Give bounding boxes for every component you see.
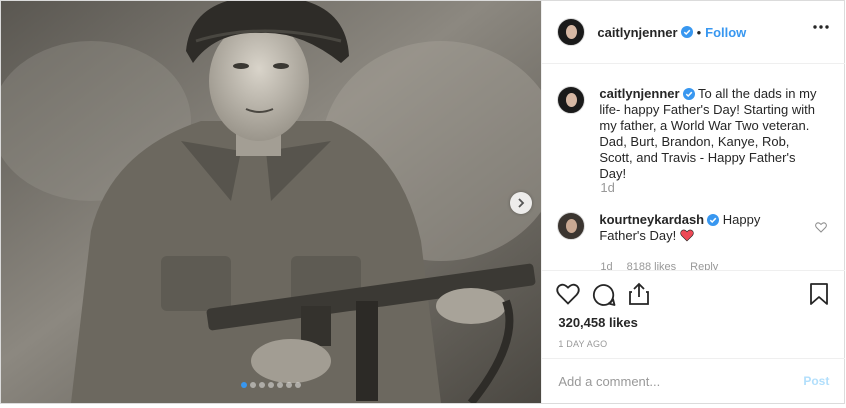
action-bar: 320,458 likes 1 DAY AGO bbox=[542, 270, 846, 358]
carousel-dot bbox=[250, 382, 257, 388]
comments-list[interactable]: caitlynjenner To all the dads in my life… bbox=[542, 65, 845, 270]
carousel-dot bbox=[268, 382, 275, 388]
verified-badge-icon bbox=[682, 88, 695, 100]
share-upload-icon[interactable] bbox=[628, 282, 650, 306]
follow-button[interactable]: Follow bbox=[705, 25, 746, 40]
soldier-photo bbox=[1, 1, 542, 403]
post-comment-button[interactable]: Post bbox=[803, 374, 829, 388]
comment-like-heart-icon[interactable] bbox=[815, 222, 828, 233]
carousel-dot bbox=[259, 382, 266, 388]
verified-badge-icon bbox=[680, 26, 693, 38]
comment-time[interactable]: 1d bbox=[600, 261, 612, 270]
verified-badge-icon bbox=[707, 214, 720, 226]
chevron-right-icon bbox=[518, 198, 525, 208]
caption: caitlynjenner To all the dads in my life… bbox=[557, 86, 821, 182]
post-details-panel: caitlynjenner • Follow caitlynjenner To … bbox=[541, 1, 846, 403]
caption-text-block: caitlynjenner To all the dads in my life… bbox=[599, 86, 821, 182]
add-comment-bar: Post bbox=[542, 358, 846, 403]
comment-meta: 1d 8188 likes Reply bbox=[600, 261, 718, 270]
next-photo-button[interactable] bbox=[510, 192, 532, 214]
bookmark-icon[interactable] bbox=[809, 282, 829, 306]
carousel-dot bbox=[295, 382, 302, 388]
comment-item: kourtneykardash Happy Father's Day! bbox=[557, 212, 799, 244]
likes-count[interactable]: 320,458 likes bbox=[558, 315, 638, 330]
carousel-dot bbox=[286, 382, 293, 388]
post-date[interactable]: 1 DAY AGO bbox=[558, 339, 607, 349]
caption-username[interactable]: caitlynjenner bbox=[599, 86, 679, 101]
instagram-post: caitlynjenner • Follow caitlynjenner To … bbox=[0, 0, 846, 404]
author-avatar[interactable] bbox=[557, 18, 586, 46]
caption-avatar[interactable] bbox=[557, 86, 586, 114]
carousel-indicator bbox=[1, 382, 541, 388]
header-separator: • bbox=[696, 24, 702, 40]
post-header: caitlynjenner • Follow bbox=[542, 1, 846, 64]
carousel-dot bbox=[277, 382, 284, 388]
red-heart-icon bbox=[680, 229, 694, 242]
more-horizontal-icon[interactable] bbox=[813, 25, 830, 29]
comment-text-block: kourtneykardash Happy Father's Day! bbox=[599, 212, 799, 244]
carousel-dot bbox=[241, 382, 248, 388]
commenter-avatar[interactable] bbox=[557, 212, 586, 240]
comment-input[interactable] bbox=[558, 373, 804, 389]
comment-bubble-icon[interactable] bbox=[592, 283, 616, 307]
post-media[interactable] bbox=[1, 1, 542, 403]
comment-likes[interactable]: 8188 likes bbox=[627, 261, 677, 270]
heart-outline-icon[interactable] bbox=[556, 283, 581, 305]
caption-time[interactable]: 1d bbox=[600, 180, 614, 195]
commenter-username[interactable]: kourtneykardash bbox=[599, 212, 704, 227]
author-username[interactable]: caitlynjenner bbox=[597, 25, 677, 40]
comment-reply-button[interactable]: Reply bbox=[690, 261, 718, 270]
